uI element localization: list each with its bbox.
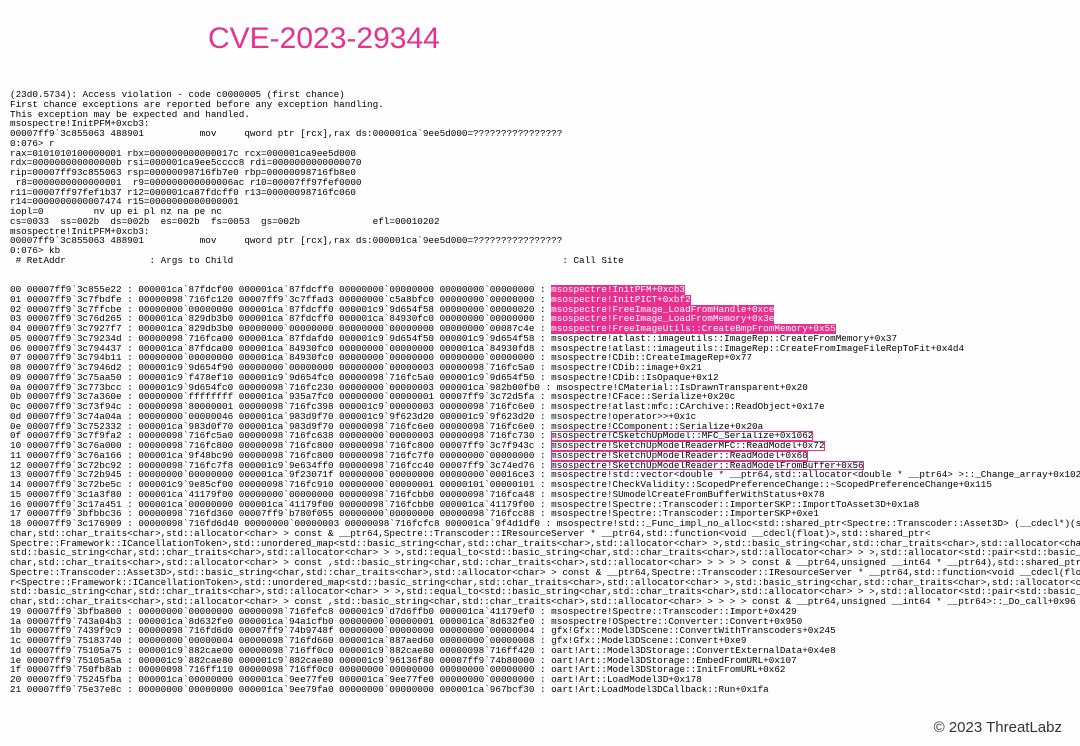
page-title: CVE-2023-29344 bbox=[208, 22, 440, 56]
debug-header: (23d0.5734): Access violation - code c00… bbox=[10, 90, 624, 266]
copyright: © 2023 ThreatLabz bbox=[934, 719, 1062, 736]
stack-row: 21 00007ff9`75e37e8c : 00000000`00000000… bbox=[10, 685, 1080, 695]
stack-trace: 00 00007ff9`3c855e22 : 000001ca`87fdcf00… bbox=[10, 285, 1080, 695]
